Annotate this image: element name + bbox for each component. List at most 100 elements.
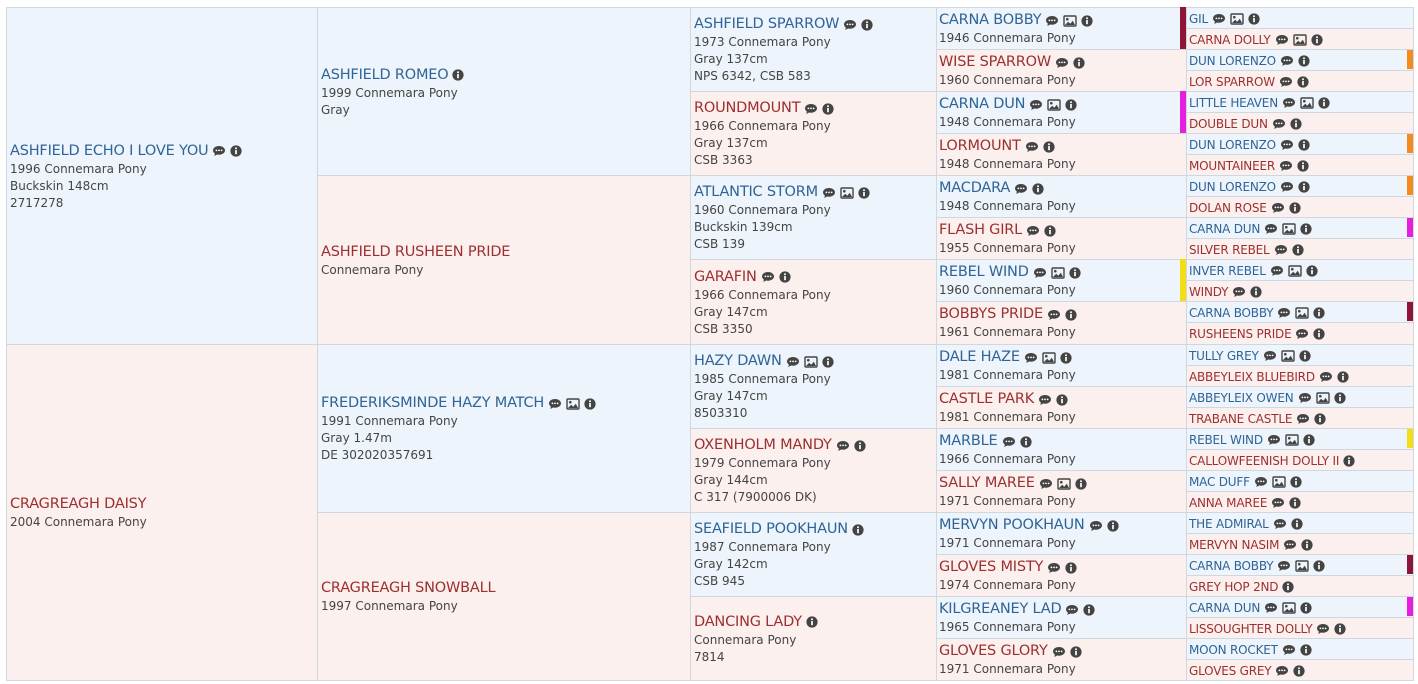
horse-name-link[interactable]: ATLANTIC STORM bbox=[694, 183, 818, 202]
comment-icon[interactable] bbox=[1047, 562, 1061, 574]
comment-icon[interactable] bbox=[843, 19, 857, 31]
comment-icon[interactable] bbox=[1254, 476, 1268, 488]
info-icon[interactable] bbox=[1313, 327, 1326, 340]
info-icon[interactable] bbox=[1300, 643, 1312, 656]
horse-name-link[interactable]: GLOVES MISTY bbox=[939, 558, 1043, 577]
info-icon[interactable] bbox=[822, 355, 834, 368]
comment-icon[interactable] bbox=[1280, 55, 1294, 67]
photo-icon[interactable] bbox=[566, 397, 580, 410]
info-icon[interactable] bbox=[452, 69, 465, 81]
horse-name-link[interactable]: CARNA DUN bbox=[939, 95, 1026, 114]
comment-icon[interactable] bbox=[1298, 392, 1312, 404]
horse-name-link[interactable]: TRABANE CASTLE bbox=[1189, 410, 1292, 428]
horse-name-link[interactable]: RUSHEENS PRIDE bbox=[1189, 325, 1292, 343]
comment-icon[interactable] bbox=[1039, 478, 1053, 490]
comment-icon[interactable] bbox=[1282, 97, 1296, 109]
photo-icon[interactable] bbox=[1057, 477, 1071, 490]
horse-name-link[interactable]: ASHFIELD SPARROW bbox=[694, 15, 840, 34]
horse-name-link[interactable]: MARBLE bbox=[939, 432, 998, 451]
photo-icon[interactable] bbox=[1282, 601, 1296, 614]
info-icon[interactable] bbox=[1289, 496, 1301, 509]
comment-icon[interactable] bbox=[1212, 13, 1226, 25]
horse-name-link[interactable]: MOON ROCKET bbox=[1189, 641, 1278, 659]
info-icon[interactable] bbox=[584, 397, 596, 410]
comment-icon[interactable] bbox=[1271, 202, 1285, 214]
info-icon[interactable] bbox=[1065, 561, 1077, 574]
horse-name-link[interactable]: ANNA MAREE bbox=[1189, 494, 1267, 512]
info-icon[interactable] bbox=[1333, 391, 1346, 404]
info-icon[interactable] bbox=[1282, 580, 1294, 593]
info-icon[interactable] bbox=[1044, 224, 1056, 237]
info-icon[interactable] bbox=[1313, 306, 1325, 319]
info-icon[interactable] bbox=[1250, 285, 1262, 298]
comment-icon[interactable] bbox=[212, 145, 226, 157]
info-icon[interactable] bbox=[1301, 538, 1313, 551]
info-icon[interactable] bbox=[1314, 412, 1326, 425]
info-icon[interactable] bbox=[1081, 14, 1093, 27]
comment-icon[interactable] bbox=[1025, 141, 1039, 153]
comment-icon[interactable] bbox=[1282, 644, 1296, 656]
comment-icon[interactable] bbox=[1279, 160, 1293, 172]
comment-icon[interactable] bbox=[1271, 497, 1285, 509]
comment-icon[interactable] bbox=[1274, 244, 1288, 256]
horse-name-link[interactable]: KILGREANEY LAD bbox=[939, 600, 1062, 619]
comment-icon[interactable] bbox=[1277, 307, 1291, 319]
comment-icon[interactable] bbox=[1280, 181, 1294, 193]
info-icon[interactable] bbox=[1106, 519, 1119, 532]
horse-name-link[interactable]: CARNA BOBBY bbox=[1189, 304, 1274, 322]
horse-name-link[interactable]: FLASH GIRL bbox=[939, 221, 1022, 240]
photo-icon[interactable] bbox=[1295, 559, 1310, 572]
comment-icon[interactable] bbox=[1089, 520, 1103, 532]
comment-icon[interactable] bbox=[1264, 602, 1278, 614]
horse-name-link[interactable]: CRAGREAGH SNOWBALL bbox=[321, 579, 496, 598]
info-icon[interactable] bbox=[1073, 56, 1085, 69]
comment-icon[interactable] bbox=[1267, 434, 1281, 446]
comment-icon[interactable] bbox=[1270, 265, 1284, 277]
info-icon[interactable] bbox=[1032, 182, 1044, 195]
photo-icon[interactable] bbox=[1287, 264, 1302, 277]
info-icon[interactable] bbox=[1290, 475, 1302, 488]
horse-name-link[interactable]: CASTLE PARK bbox=[939, 390, 1034, 409]
horse-name-link[interactable]: ASHFIELD RUSHEEN PRIDE bbox=[321, 243, 510, 262]
info-icon[interactable] bbox=[1303, 433, 1315, 446]
horse-name-link[interactable]: HAZY DAWN bbox=[694, 352, 782, 371]
info-icon[interactable] bbox=[1065, 98, 1077, 111]
info-icon[interactable] bbox=[1019, 435, 1032, 448]
comment-icon[interactable] bbox=[1263, 350, 1277, 362]
info-icon[interactable] bbox=[1298, 138, 1310, 151]
comment-icon[interactable] bbox=[1296, 413, 1310, 425]
horse-name-link[interactable]: REBEL WIND bbox=[1189, 431, 1263, 449]
horse-name-link[interactable]: ROUNDMOUNT bbox=[694, 99, 801, 118]
comment-icon[interactable] bbox=[1047, 309, 1061, 321]
photo-icon[interactable] bbox=[1292, 33, 1307, 46]
info-icon[interactable] bbox=[1290, 117, 1302, 130]
horse-name-link[interactable]: DUN LORENZO bbox=[1189, 178, 1276, 196]
info-icon[interactable] bbox=[1343, 454, 1355, 467]
horse-name-link[interactable]: GLOVES GREY bbox=[1189, 662, 1272, 680]
comment-icon[interactable] bbox=[804, 103, 818, 115]
info-icon[interactable] bbox=[1297, 159, 1309, 172]
comment-icon[interactable] bbox=[1319, 371, 1333, 383]
horse-name-link[interactable]: MAC DUFF bbox=[1189, 473, 1250, 491]
horse-name-link[interactable]: TULLY GREY bbox=[1189, 347, 1259, 365]
horse-name-link[interactable]: REBEL WIND bbox=[939, 263, 1029, 282]
horse-name-link[interactable]: SILVER REBEL bbox=[1189, 241, 1270, 259]
horse-name-link[interactable]: LISSOUGHTER DOLLY bbox=[1189, 620, 1313, 638]
horse-name-link[interactable]: BOBBYS PRIDE bbox=[939, 305, 1043, 324]
horse-name-link[interactable]: CARNA DUN bbox=[1189, 220, 1260, 238]
horse-name-link[interactable]: ABBEYLEIX OWEN bbox=[1189, 389, 1294, 407]
photo-icon[interactable] bbox=[1063, 14, 1078, 27]
horse-name-link[interactable]: DOUBLE DUN bbox=[1189, 115, 1268, 133]
comment-icon[interactable] bbox=[1295, 328, 1309, 340]
info-icon[interactable] bbox=[861, 18, 873, 31]
info-icon[interactable] bbox=[1248, 12, 1260, 25]
photo-icon[interactable] bbox=[1272, 475, 1286, 488]
info-icon[interactable] bbox=[1298, 349, 1311, 362]
comment-icon[interactable] bbox=[1275, 665, 1289, 677]
comment-icon[interactable] bbox=[1316, 623, 1330, 635]
comment-icon[interactable] bbox=[1014, 183, 1028, 195]
horse-name-link[interactable]: CARNA BOBBY bbox=[939, 11, 1042, 30]
photo-icon[interactable] bbox=[1230, 12, 1244, 25]
comment-icon[interactable] bbox=[822, 187, 836, 199]
horse-name-link[interactable]: SALLY MAREE bbox=[939, 474, 1035, 493]
